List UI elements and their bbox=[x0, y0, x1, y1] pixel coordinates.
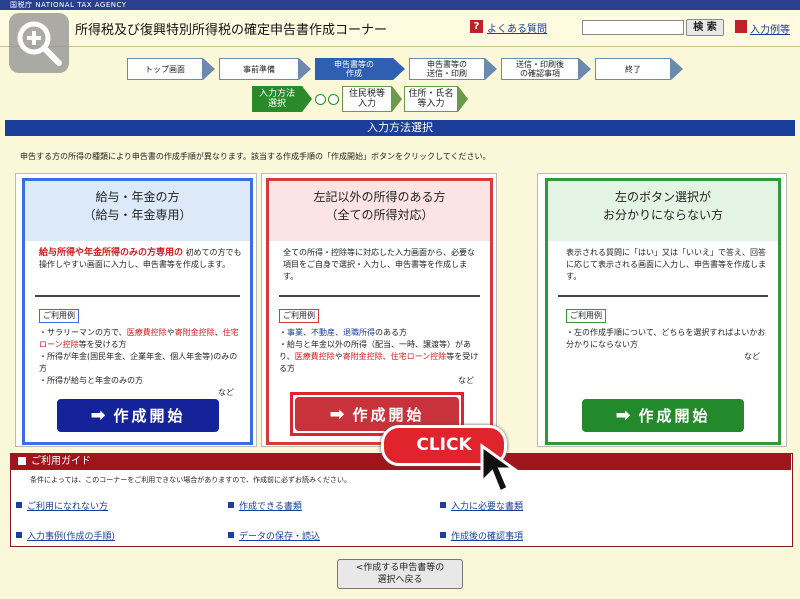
square-icon bbox=[18, 457, 26, 465]
step-arrow bbox=[671, 58, 683, 80]
guide-link-6[interactable]: 作成後の確認事項 bbox=[440, 524, 523, 543]
step-top: トップ画面 bbox=[127, 58, 203, 80]
panel-all-title: 左記以外の所得のある方 bbox=[313, 190, 446, 204]
substep-arrow bbox=[302, 86, 312, 112]
usage-tag: ご利用例 bbox=[279, 309, 319, 323]
arrow-right-icon: ➡ bbox=[615, 405, 631, 426]
panel-salary-desc: 給与所得や年金所得のみの方専用の 初めての方でも操作しやすい画面に入力し、申告書… bbox=[39, 248, 242, 269]
zoom-icon[interactable] bbox=[9, 13, 69, 73]
panel-all-subtitle: （全ての所得対応） bbox=[325, 208, 434, 222]
sub-steps: 入力方法 選択 住民税等 入力 住所・氏名 等入力 bbox=[252, 86, 468, 112]
panel-unsure-header: 左のボタン選択が お分かりにならない方 bbox=[548, 181, 778, 241]
panel-salary-header: 給与・年金の方 （給与・年金専用） bbox=[25, 181, 250, 241]
book-icon bbox=[735, 20, 747, 33]
substep-dot bbox=[328, 93, 339, 105]
panel-all-header: 左記以外の所得のある方 （全ての所得対応） bbox=[269, 181, 490, 241]
start-salary-button[interactable]: ➡ 作成開始 bbox=[57, 399, 219, 432]
guide-link-5[interactable]: データの保存・読込 bbox=[228, 524, 320, 543]
panel-all-desc: 全ての所得・控除等に対応した入力画面から、必要な項目をご自身で選択・入力し、申告… bbox=[283, 248, 475, 281]
usage-tag-wrap: ご利用例 bbox=[25, 303, 250, 323]
divider bbox=[558, 295, 768, 297]
substep-method: 入力方法 選択 bbox=[252, 86, 302, 112]
usage-list: ・サラリーマンの方で、医療費控除や寄附金控除、住宅ローン控除等を受ける方 ・所得… bbox=[39, 328, 239, 397]
usage-tag: ご利用例 bbox=[39, 309, 79, 323]
divider bbox=[279, 295, 480, 297]
substep-arrow bbox=[392, 86, 402, 112]
input-example-link[interactable]: 入力例等 bbox=[750, 21, 790, 36]
usage-list: ・左の作成手順について、どちらを選択すればよいかお分かりにならない方 など bbox=[566, 328, 766, 361]
panel-unsure-title: 左のボタン選択が bbox=[614, 190, 711, 204]
panel-unsure-desc: 表示される質問に「はい」又は「いいえ」で答え、回答に応じて表示される画面に入力し… bbox=[566, 248, 766, 281]
start-unsure-button[interactable]: ➡ 作成開始 bbox=[582, 399, 744, 432]
step-send: 申告書等の 送信・印刷 bbox=[409, 58, 485, 80]
search-button[interactable]: 検 索 bbox=[686, 19, 724, 36]
step-prep: 事前準備 bbox=[219, 58, 299, 80]
step-arrow bbox=[203, 58, 215, 80]
usage-tag-wrap: ご利用例 bbox=[548, 303, 778, 323]
cursor-icon bbox=[478, 442, 528, 502]
guide-note: 条件によっては、このコーナーをご利用できない場合がありますので、作成前に必ずお読… bbox=[30, 476, 352, 484]
progress-steps: トップ画面 事前準備 申告書等の 作成 申告書等の 送信・印刷 送信・印刷後 の確認事… bbox=[127, 58, 683, 80]
substep-dot bbox=[315, 93, 326, 105]
instruction-text: 申告する方の所得の種類により申告書の作成手順が異なります。該当する作成手順の「作… bbox=[20, 152, 491, 161]
back-button[interactable]: <作成する申告書等の 選択へ戻る bbox=[337, 559, 463, 589]
agency-label: 国税庁 NATIONAL TAX AGENCY bbox=[10, 1, 127, 9]
divider bbox=[35, 295, 240, 297]
step-create: 申告書等の 作成 bbox=[315, 58, 393, 80]
step-arrow bbox=[299, 58, 311, 80]
step-arrow bbox=[485, 58, 497, 80]
guide-link-4[interactable]: 入力事例(作成の手順) bbox=[16, 524, 115, 543]
step-end: 終了 bbox=[595, 58, 671, 80]
usage-tag-wrap: ご利用例 bbox=[269, 303, 490, 323]
substep-arrow bbox=[458, 86, 468, 112]
substep-resident: 住民税等 入力 bbox=[342, 86, 392, 112]
question-icon: ? bbox=[470, 20, 483, 33]
arrow-right-icon: ➡ bbox=[90, 405, 106, 426]
step-arrow bbox=[393, 58, 405, 80]
arrow-right-icon: ➡ bbox=[329, 403, 345, 425]
step-arrow bbox=[579, 58, 591, 80]
step-confirm: 送信・印刷後 の確認事項 bbox=[501, 58, 579, 80]
guide-link-1[interactable]: ご利用になれない方 bbox=[16, 494, 108, 513]
faq-link[interactable]: よくある質問 bbox=[487, 20, 547, 35]
section-title: 入力方法選択 bbox=[5, 120, 795, 136]
page-title: 所得税及び復興特別所得税の確定申告書作成コーナー bbox=[75, 23, 388, 38]
guide-link-2[interactable]: 作成できる書類 bbox=[228, 494, 302, 513]
usage-list: ・事業、不動産、退職所得のある方 ・給与と年金以外の所得（配当、一時、譲渡等）が… bbox=[279, 328, 479, 385]
panel-salary-title: 給与・年金の方 bbox=[95, 190, 180, 204]
substep-address: 住所・氏名 等入力 bbox=[404, 86, 458, 112]
usage-tag: ご利用例 bbox=[566, 309, 606, 323]
panel-salary-subtitle: （給与・年金専用） bbox=[83, 208, 192, 222]
search-input[interactable] bbox=[582, 20, 684, 35]
panel-unsure-subtitle: お分かりにならない方 bbox=[602, 208, 723, 222]
